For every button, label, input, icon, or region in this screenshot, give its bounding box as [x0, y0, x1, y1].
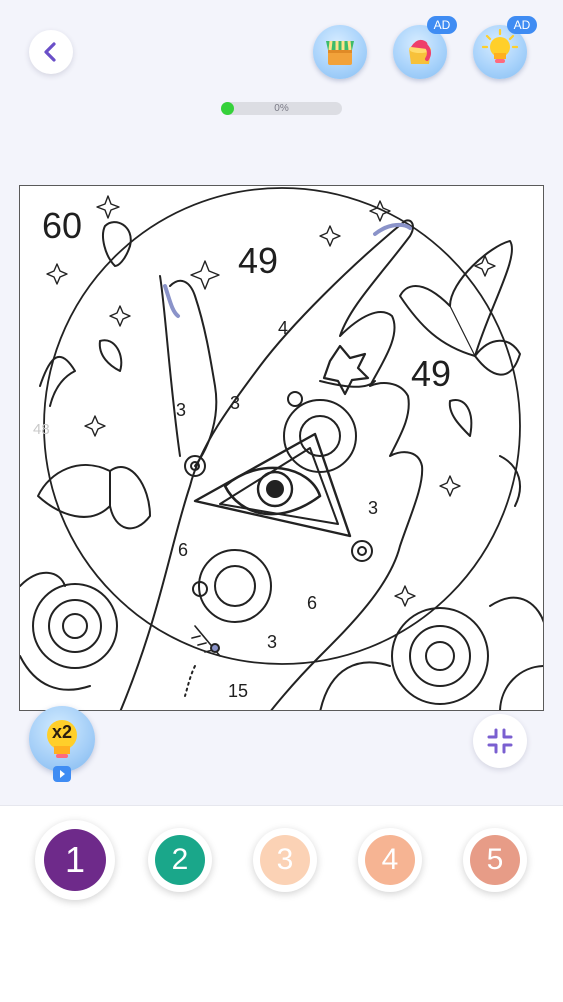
collapse-icon [487, 728, 513, 754]
region-number[interactable]: 6 [178, 541, 188, 559]
color-swatch-2[interactable]: 2 [148, 828, 212, 892]
region-number[interactable]: 48 [33, 422, 50, 437]
region-number[interactable]: 3 [267, 633, 277, 651]
back-button[interactable] [29, 30, 73, 74]
swatch-fill: 1 [44, 829, 106, 891]
swatch-fill: 4 [365, 835, 415, 885]
region-number[interactable]: 6 [307, 594, 317, 612]
region-number[interactable]: 3 [176, 401, 186, 419]
line-art-illustration [20, 187, 543, 710]
progress-label: 0% [274, 103, 289, 114]
shop-icon [326, 40, 354, 65]
coloring-screen: AD AD 0% 60 49 49 48 4 3 3 3 6 6 3 15 x2… [0, 0, 563, 1002]
color-palette: 1 2 3 4 5 [0, 805, 563, 1002]
color-swatch-3[interactable]: 3 [253, 828, 317, 892]
region-number[interactable]: 60 [42, 208, 82, 244]
progress-bar: 0% [221, 102, 342, 115]
coloring-canvas[interactable]: 60 49 49 48 4 3 3 3 6 6 3 15 [19, 185, 544, 711]
double-hint-button[interactable]: x2 [29, 706, 95, 782]
color-swatch-5[interactable]: 5 [463, 828, 527, 892]
video-play-icon [53, 766, 71, 782]
region-number[interactable]: 49 [238, 243, 278, 279]
swatch-label: 3 [276, 843, 294, 876]
chevron-left-icon [44, 42, 56, 62]
shop-button[interactable] [313, 25, 367, 79]
region-number[interactable]: 15 [228, 682, 248, 700]
swatch-fill: 5 [470, 835, 520, 885]
region-number[interactable]: 3 [368, 499, 378, 517]
paint-bucket-button[interactable]: AD [393, 16, 457, 79]
swatch-fill: 3 [260, 835, 310, 885]
ad-badge: AD [507, 16, 537, 34]
ad-badge: AD [427, 16, 457, 34]
region-number[interactable]: 4 [278, 319, 288, 337]
x2-label: x2 [51, 722, 73, 742]
collapse-button[interactable] [473, 714, 527, 768]
region-number[interactable]: 49 [411, 356, 451, 392]
swatch-label: 2 [171, 843, 189, 876]
swatch-fill: 2 [155, 835, 205, 885]
color-swatch-1[interactable]: 1 [35, 820, 115, 900]
color-swatch-4[interactable]: 4 [358, 828, 422, 892]
swatch-label: 1 [64, 839, 86, 880]
region-number[interactable]: 3 [230, 394, 240, 412]
swatch-label: 4 [381, 843, 399, 876]
swatch-label: 5 [486, 843, 504, 876]
hint-button[interactable]: AD [473, 16, 537, 79]
